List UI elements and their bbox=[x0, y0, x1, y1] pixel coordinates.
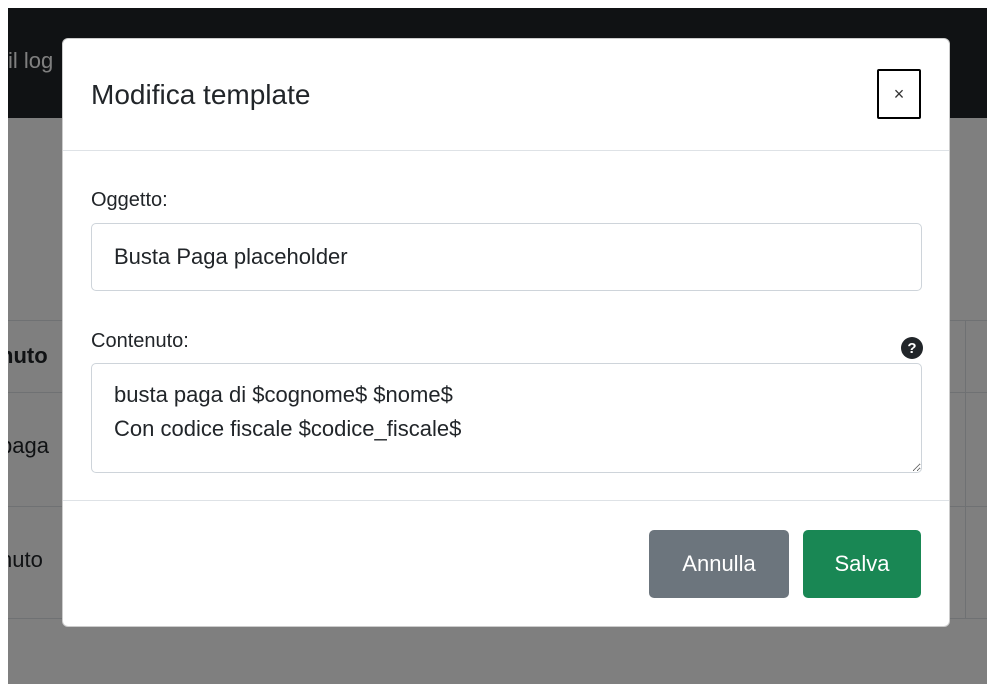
close-button[interactable]: × bbox=[877, 69, 921, 119]
save-button[interactable]: Salva bbox=[803, 530, 921, 598]
content-textarea[interactable]: busta paga di $cognome$ $nome$ Con codic… bbox=[91, 363, 922, 473]
subject-label: Oggetto: bbox=[91, 189, 168, 211]
modal-header: Modifica template × bbox=[63, 39, 949, 151]
edit-template-modal: Modifica template × Oggetto: Contenuto: … bbox=[62, 38, 950, 627]
subject-input[interactable] bbox=[91, 223, 922, 291]
cancel-button[interactable]: Annulla bbox=[649, 530, 789, 598]
page-left-edge bbox=[0, 0, 8, 684]
close-icon: × bbox=[893, 83, 905, 104]
modal-footer: Annulla Salva bbox=[63, 501, 949, 626]
modal-title: Modifica template bbox=[91, 79, 311, 110]
question-circle-icon[interactable]: ? bbox=[901, 337, 923, 359]
content-label: Contenuto: bbox=[91, 330, 189, 352]
modal-body: Oggetto: Contenuto: ? busta paga di $cog… bbox=[63, 151, 949, 501]
